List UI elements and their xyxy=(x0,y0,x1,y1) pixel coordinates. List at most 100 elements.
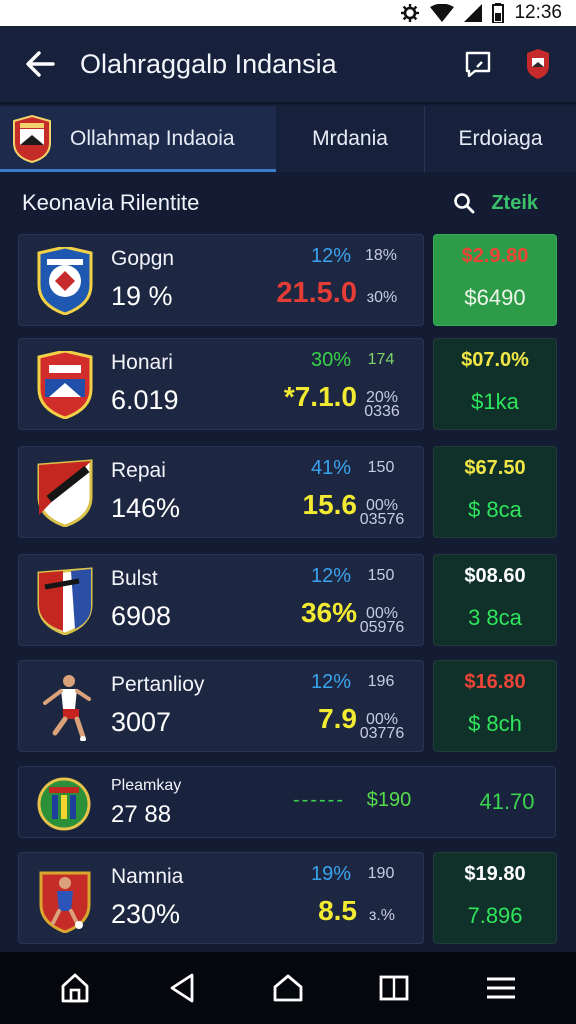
shield-crest-icon xyxy=(37,567,93,635)
price-bottom: $1ka xyxy=(471,389,519,414)
change-percent: 12% xyxy=(310,245,351,267)
price-box[interactable]: $16.80 $ 8ch xyxy=(433,660,557,752)
gear-icon xyxy=(400,3,420,23)
player-icon xyxy=(43,675,91,741)
wide-price: $190 xyxy=(366,789,412,811)
search-label: Zteik xyxy=(491,191,538,214)
team-name: Gopgn xyxy=(111,247,175,270)
status-time: 12:36 xyxy=(514,2,562,23)
message-button[interactable] xyxy=(448,25,508,103)
price-bottom: 3 8ca xyxy=(468,605,522,630)
home-nav-button[interactable] xyxy=(256,956,320,1020)
small-stat: 190 xyxy=(367,865,395,882)
tab-erdoiaga[interactable]: Erdoiaga xyxy=(424,106,576,172)
price-top: $16.80 xyxy=(464,671,526,693)
team-name: Honari xyxy=(111,351,173,374)
arrow-left-icon xyxy=(26,51,55,77)
team-value: 19 % xyxy=(111,281,173,311)
score: 21.5.0 xyxy=(276,277,357,309)
small-stat: 150 xyxy=(367,459,395,476)
app-bar: Olahraggalɒ Indansia xyxy=(0,26,576,104)
menu-button[interactable] xyxy=(469,956,533,1020)
team-card[interactable]: Bulst 6908 12% 150 36% 00% 05976 xyxy=(18,554,424,646)
wide-value: 41.70 xyxy=(479,789,535,814)
score: 15.6 xyxy=(302,489,358,520)
team-value: 230% xyxy=(111,899,181,929)
small-stat-2: 20% 0336 xyxy=(364,389,400,420)
price-top: $08.60 xyxy=(464,565,526,587)
score: 36% xyxy=(300,597,357,628)
dash-indicator: ------ xyxy=(293,789,345,811)
message-icon xyxy=(465,51,491,77)
team-name: Pertanlioy xyxy=(111,673,205,696)
small-stat-2: ɜ.% xyxy=(368,907,395,924)
price-bottom: $ 8ca xyxy=(468,497,522,522)
team-card[interactable]: Gopgn 19 % 12% 18% 21.5.0 ɜ0% xyxy=(18,234,424,326)
team-name: Pleamkay xyxy=(111,777,182,794)
team-card[interactable]: Honari 6.019 30% 174 *7.1.0 20% 0336 xyxy=(18,338,424,430)
team-card[interactable]: Pertanlioy 3007 12% 196 7.9 00% 03776 xyxy=(18,660,424,752)
shield-crest-icon xyxy=(37,459,93,527)
round-crest-icon xyxy=(37,777,91,831)
battery-icon xyxy=(492,3,505,23)
price-bottom: $ 8ch xyxy=(468,711,522,736)
bottom-nav-bar xyxy=(0,952,576,1024)
tab-label: Ollahmap Indaoia xyxy=(70,127,235,150)
team-value: 27 88 xyxy=(111,801,172,828)
back-triangle-icon xyxy=(170,973,193,1003)
price-box[interactable]: $07.0% $1ka xyxy=(433,338,557,430)
price-box[interactable]: $67.50 $ 8ca xyxy=(433,446,557,538)
team-name: Namnia xyxy=(111,865,184,888)
small-stat-2: 00% 03776 xyxy=(359,711,405,742)
home-icon xyxy=(61,973,89,1003)
score: 7.9 xyxy=(318,703,357,734)
change-percent: 12% xyxy=(310,565,351,587)
back-button[interactable] xyxy=(0,25,80,103)
price-top: $2.9.80 xyxy=(461,245,529,267)
recents-icon xyxy=(379,975,409,1001)
score: 8.5 xyxy=(318,895,357,926)
list-item[interactable]: Pleamkay 27 88 ------ $190 41.70 xyxy=(18,766,556,838)
price-box[interactable]: $2.9.80 $6490 xyxy=(433,234,557,326)
section-header: Keonavia Rilentite Zteik xyxy=(0,172,576,234)
change-percent: 30% xyxy=(310,349,351,371)
price-bottom: 7.896 xyxy=(467,903,523,928)
signal-icon xyxy=(464,4,483,22)
small-stat-2: 00% 03576 xyxy=(359,497,405,528)
shield-crest-icon xyxy=(37,351,93,419)
tab-label: Erdoiaga xyxy=(458,127,543,150)
tab-mrdania[interactable]: Mrdania xyxy=(276,106,424,172)
home-button[interactable] xyxy=(43,956,107,1020)
change-percent: 41% xyxy=(310,457,351,479)
club-crest-button[interactable] xyxy=(508,25,568,103)
club-crest-icon xyxy=(527,49,549,79)
tab-bar: Ollahmap Indaoia Mrdania Erdoiaga xyxy=(0,106,576,172)
team-value: 3007 xyxy=(111,707,172,737)
search-button[interactable]: Zteik xyxy=(453,192,576,215)
price-box[interactable]: $19.80 7.896 xyxy=(433,852,557,944)
team-name: Bulst xyxy=(111,567,158,590)
price-box[interactable]: $08.60 3 8ca xyxy=(433,554,557,646)
change-percent: 19% xyxy=(310,863,351,885)
price-top: $67.50 xyxy=(464,457,526,479)
team-value: 6.019 xyxy=(111,385,179,415)
team-value: 6908 xyxy=(111,601,172,631)
shield-crest-icon xyxy=(37,247,93,315)
tab-ollahmap[interactable]: Ollahmap Indaoia xyxy=(0,106,276,172)
price-top: $07.0% xyxy=(461,349,529,371)
team-value: 146% xyxy=(111,493,181,523)
tab-label: Mrdania xyxy=(312,127,388,150)
menu-icon xyxy=(486,977,515,999)
page-title: Olahraggalɒ Indansia xyxy=(80,48,337,79)
small-stat-2: ɜ0% xyxy=(366,289,398,306)
recents-button[interactable] xyxy=(362,956,426,1020)
back-nav-button[interactable] xyxy=(150,956,214,1020)
team-card[interactable]: Namnia 230% 19% 190 8.5 ɜ.% xyxy=(18,852,424,944)
small-stat: 196 xyxy=(367,673,395,690)
change-percent: 12% xyxy=(310,671,351,693)
team-name: Repai xyxy=(111,459,166,482)
home-outline-icon xyxy=(273,974,303,1002)
score: *7.1.0 xyxy=(283,381,357,412)
small-stat: 18% xyxy=(364,247,398,264)
team-card[interactable]: Repai 146% 41% 150 15.6 00% 03576 xyxy=(18,446,424,538)
